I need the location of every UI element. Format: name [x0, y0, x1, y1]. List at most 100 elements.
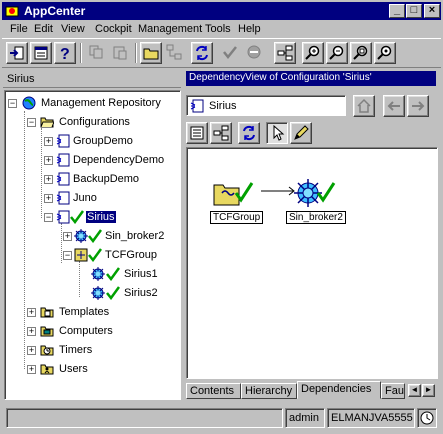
- exit-icon: [10, 46, 24, 60]
- toolbar-separator: [80, 43, 82, 63]
- zoom-fit-button[interactable]: [350, 42, 372, 64]
- status-indicator[interactable]: [417, 408, 437, 428]
- title-bar: AppCenter _ □ ×: [2, 2, 441, 20]
- tab-contents[interactable]: Contents: [186, 383, 241, 399]
- left-panel-header: Sirius: [3, 70, 181, 88]
- tree-item-users[interactable]: + Users: [25, 361, 145, 377]
- help-icon: ?: [60, 46, 70, 61]
- node-sin-broker2[interactable]: Sin_broker2: [286, 177, 354, 227]
- group-folder-icon: [74, 248, 88, 262]
- close-button[interactable]: ×: [424, 4, 440, 18]
- expand-toggle[interactable]: +: [63, 232, 72, 241]
- tree-connector: [79, 261, 80, 297]
- details-view-button[interactable]: [186, 122, 208, 144]
- menu-edit[interactable]: Edit: [34, 23, 53, 35]
- computer-icon: [40, 326, 54, 337]
- zoom-out-button[interactable]: [326, 42, 348, 64]
- exit-button[interactable]: [6, 42, 28, 64]
- window-title: AppCenter: [24, 4, 86, 18]
- configuration-icon: [190, 99, 204, 113]
- zoom-reset-button[interactable]: [374, 42, 396, 64]
- properties-icon: [34, 46, 48, 60]
- expand-toggle[interactable]: +: [44, 156, 53, 165]
- help-button[interactable]: ?: [54, 42, 76, 64]
- configuration-icon: [56, 153, 70, 167]
- check-icon: [88, 248, 102, 262]
- tree-item-groupdemo[interactable]: + GroupDemo: [42, 133, 172, 149]
- stop-button[interactable]: [244, 42, 266, 64]
- tab-scroll-right[interactable]: ►: [422, 384, 435, 397]
- zoom-in-button[interactable]: [302, 42, 324, 64]
- expand-toggle[interactable]: +: [27, 308, 36, 317]
- tab-hierarchy[interactable]: Hierarchy: [241, 383, 297, 399]
- refresh-button[interactable]: [191, 42, 213, 64]
- clock-icon: [420, 411, 434, 425]
- tree-item-management-repository[interactable]: − Management Repository: [7, 95, 177, 111]
- check-button[interactable]: [220, 42, 242, 64]
- check-icon: [223, 46, 237, 60]
- tree-item-templates[interactable]: + Templates: [25, 304, 145, 320]
- expand-toggle[interactable]: +: [44, 137, 53, 146]
- expand-toggle[interactable]: +: [44, 194, 53, 203]
- pencil-icon: [294, 125, 309, 140]
- arrow-left-icon: [387, 101, 400, 111]
- expand-toggle[interactable]: +: [44, 175, 53, 184]
- home-button[interactable]: [353, 95, 375, 117]
- maximize-button[interactable]: □: [406, 4, 422, 18]
- collapse-toggle[interactable]: −: [8, 99, 17, 108]
- dependency-canvas[interactable]: TCFGroup Sin_broker2: [186, 147, 438, 379]
- network-button[interactable]: [274, 42, 296, 64]
- tab-dependencies[interactable]: Dependencies: [297, 381, 381, 399]
- tree-item-juno[interactable]: + Juno: [42, 190, 122, 206]
- tree-item-configurations[interactable]: − Configurations: [25, 114, 175, 130]
- tree-item-tcfgroup[interactable]: − TCFGroup: [62, 247, 180, 263]
- refresh-icon: [196, 45, 208, 61]
- collapse-toggle[interactable]: −: [63, 251, 72, 260]
- tree-view[interactable]: − Management Repository − Configurations…: [4, 90, 181, 400]
- menu-tools[interactable]: Tools: [205, 23, 231, 35]
- tree-item-sirius1[interactable]: Sirius1: [91, 266, 181, 282]
- forward-button[interactable]: [407, 95, 429, 117]
- tree-item-dependencydemo[interactable]: + DependencyDemo: [42, 152, 177, 168]
- tree-item-timers[interactable]: + Timers: [25, 342, 145, 358]
- copy-icon: [89, 45, 103, 59]
- status-host: ELMANJVA5555: [327, 408, 415, 428]
- refresh-view-button[interactable]: [238, 122, 260, 144]
- tree-item-computers[interactable]: + Computers: [25, 323, 145, 339]
- collapse-toggle[interactable]: −: [27, 118, 36, 127]
- tree-item-sin-broker2[interactable]: + Sin_broker2: [62, 228, 180, 244]
- new-folder-button[interactable]: [140, 42, 162, 64]
- back-button[interactable]: [383, 95, 405, 117]
- menu-help[interactable]: Help: [238, 23, 261, 35]
- home-icon: [357, 98, 371, 113]
- network-view-button[interactable]: [210, 122, 232, 144]
- expand-toggle[interactable]: +: [27, 365, 36, 374]
- configuration-icon: [56, 210, 70, 224]
- hierarchy-button[interactable]: [164, 42, 186, 64]
- menu-file[interactable]: File: [10, 23, 28, 35]
- draw-tool-button[interactable]: [290, 122, 312, 144]
- tree-item-backupdemo[interactable]: + BackupDemo: [42, 171, 172, 187]
- tree-item-sirius[interactable]: − Sirius: [42, 209, 142, 225]
- tab-fau[interactable]: Fau: [381, 383, 405, 399]
- collapse-toggle[interactable]: −: [44, 213, 53, 222]
- globe-icon: [22, 96, 36, 110]
- paste-button[interactable]: [110, 42, 132, 64]
- menu-view[interactable]: View: [61, 23, 85, 35]
- tab-scroll-left[interactable]: ◄: [408, 384, 421, 397]
- select-tool-button[interactable]: [266, 122, 288, 144]
- minimize-button[interactable]: _: [389, 4, 405, 18]
- copy-button[interactable]: [86, 42, 108, 64]
- node-tcfgroup[interactable]: TCFGroup: [210, 177, 270, 227]
- path-field[interactable]: Sirius: [186, 95, 346, 116]
- expand-toggle[interactable]: +: [27, 346, 36, 355]
- menu-management[interactable]: Management: [138, 23, 202, 35]
- paste-icon: [113, 46, 127, 60]
- view-toolbar: [186, 120, 436, 146]
- expand-toggle[interactable]: +: [27, 327, 36, 336]
- tree-item-sirius2[interactable]: Sirius2: [91, 285, 181, 301]
- properties-button[interactable]: [30, 42, 52, 64]
- menu-bar: File Edit View Cockpit Management Tools …: [2, 21, 441, 38]
- menu-cockpit[interactable]: Cockpit: [95, 23, 132, 35]
- check-icon: [316, 182, 336, 203]
